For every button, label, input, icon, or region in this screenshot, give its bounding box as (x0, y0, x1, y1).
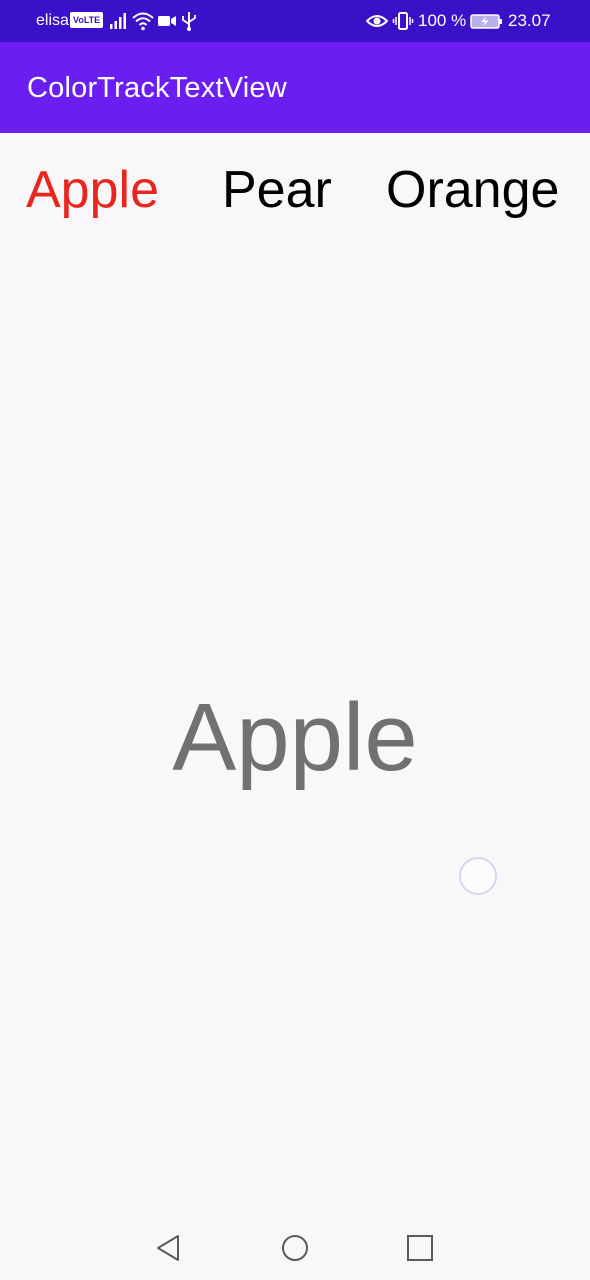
tab-pear[interactable]: Pear (222, 160, 332, 220)
battery-percent: 100 % (418, 11, 467, 30)
app-bar: ColorTrackTextView (0, 42, 590, 133)
volte-badge: VoLTE (70, 12, 104, 28)
recents-icon[interactable] (404, 1232, 436, 1264)
touch-indicator (459, 857, 497, 895)
back-icon[interactable] (153, 1232, 185, 1264)
carrier-name: elisa (36, 12, 69, 29)
signal-icon (110, 13, 126, 29)
home-icon[interactable] (279, 1232, 311, 1264)
tab-orange[interactable]: Orange (386, 160, 559, 220)
clock: 23.07 (508, 11, 551, 30)
vibrate-icon (392, 12, 414, 30)
video-icon (158, 16, 176, 26)
tab-apple[interactable]: Apple (26, 160, 159, 220)
battery-charging-icon (470, 14, 502, 29)
wifi-icon (132, 12, 154, 31)
navigation-bar (0, 1215, 590, 1280)
status-bar: elisa VoLTE 100 % 23.07 (0, 0, 590, 42)
page-content-label: Apple (172, 684, 418, 791)
usb-icon (182, 12, 196, 31)
app-title: ColorTrackTextView (27, 72, 287, 104)
eye-icon (366, 15, 388, 27)
